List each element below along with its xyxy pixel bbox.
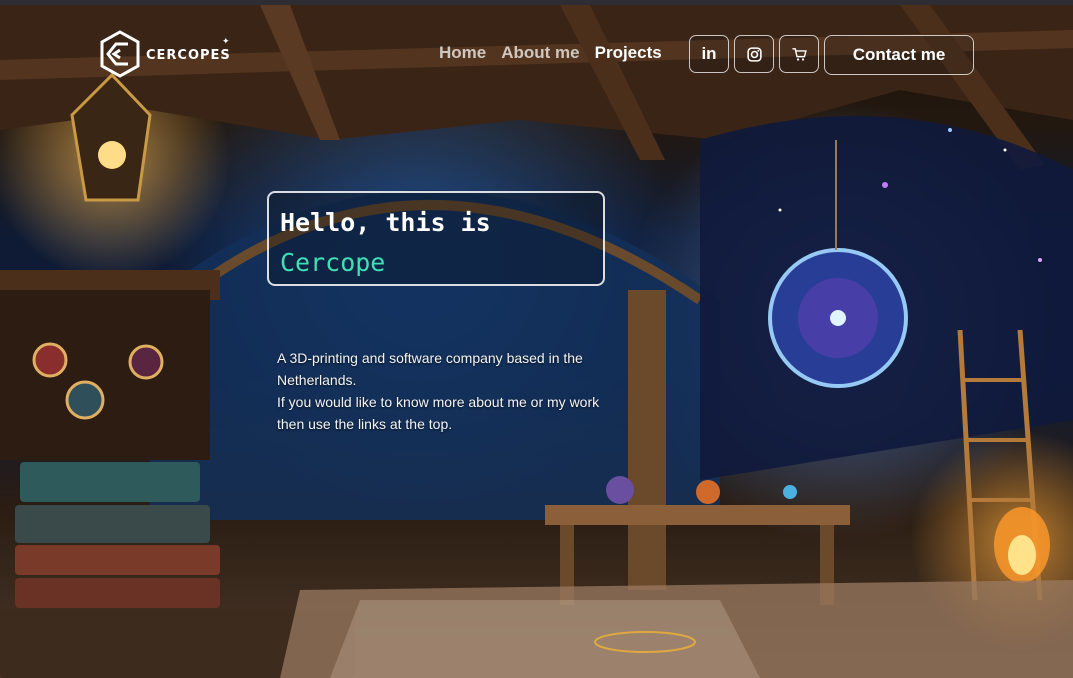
hero-description-line-1: A 3D-printing and software company based… — [277, 350, 583, 388]
nav-link-projects[interactable]: Projects — [595, 43, 662, 63]
background-scene — [0, 0, 1073, 678]
cart-button[interactable] — [779, 35, 819, 73]
hero-name: Cercope — [280, 248, 386, 277]
hero-description-line-2: If you would like to know more about me … — [277, 394, 600, 432]
cart-icon — [791, 47, 807, 61]
main-nav: Home About me Projects — [439, 43, 677, 63]
workshop-illustration — [0, 5, 1073, 678]
brand-logo[interactable]: CERCOPES ✦ — [98, 30, 238, 78]
cercopes-logo-icon — [100, 30, 140, 78]
sparkle-icon: ✦ — [222, 37, 230, 47]
brand-name: CERCOPES — [146, 47, 231, 63]
instagram-button[interactable] — [734, 35, 774, 73]
contact-button[interactable]: Contact me — [824, 35, 974, 75]
instagram-icon — [746, 46, 762, 62]
nav-link-home[interactable]: Home — [439, 43, 486, 63]
linkedin-icon: in — [701, 44, 717, 63]
hero-greeting: Hello, this is — [280, 208, 491, 237]
hero-greeting-box: Hello, this is Cercope — [267, 191, 605, 286]
linkedin-button[interactable]: in — [689, 35, 729, 73]
hero-description: A 3D-printing and software company based… — [277, 347, 617, 435]
nav-link-about[interactable]: About me — [501, 43, 579, 63]
window-top-strip — [0, 0, 1073, 5]
